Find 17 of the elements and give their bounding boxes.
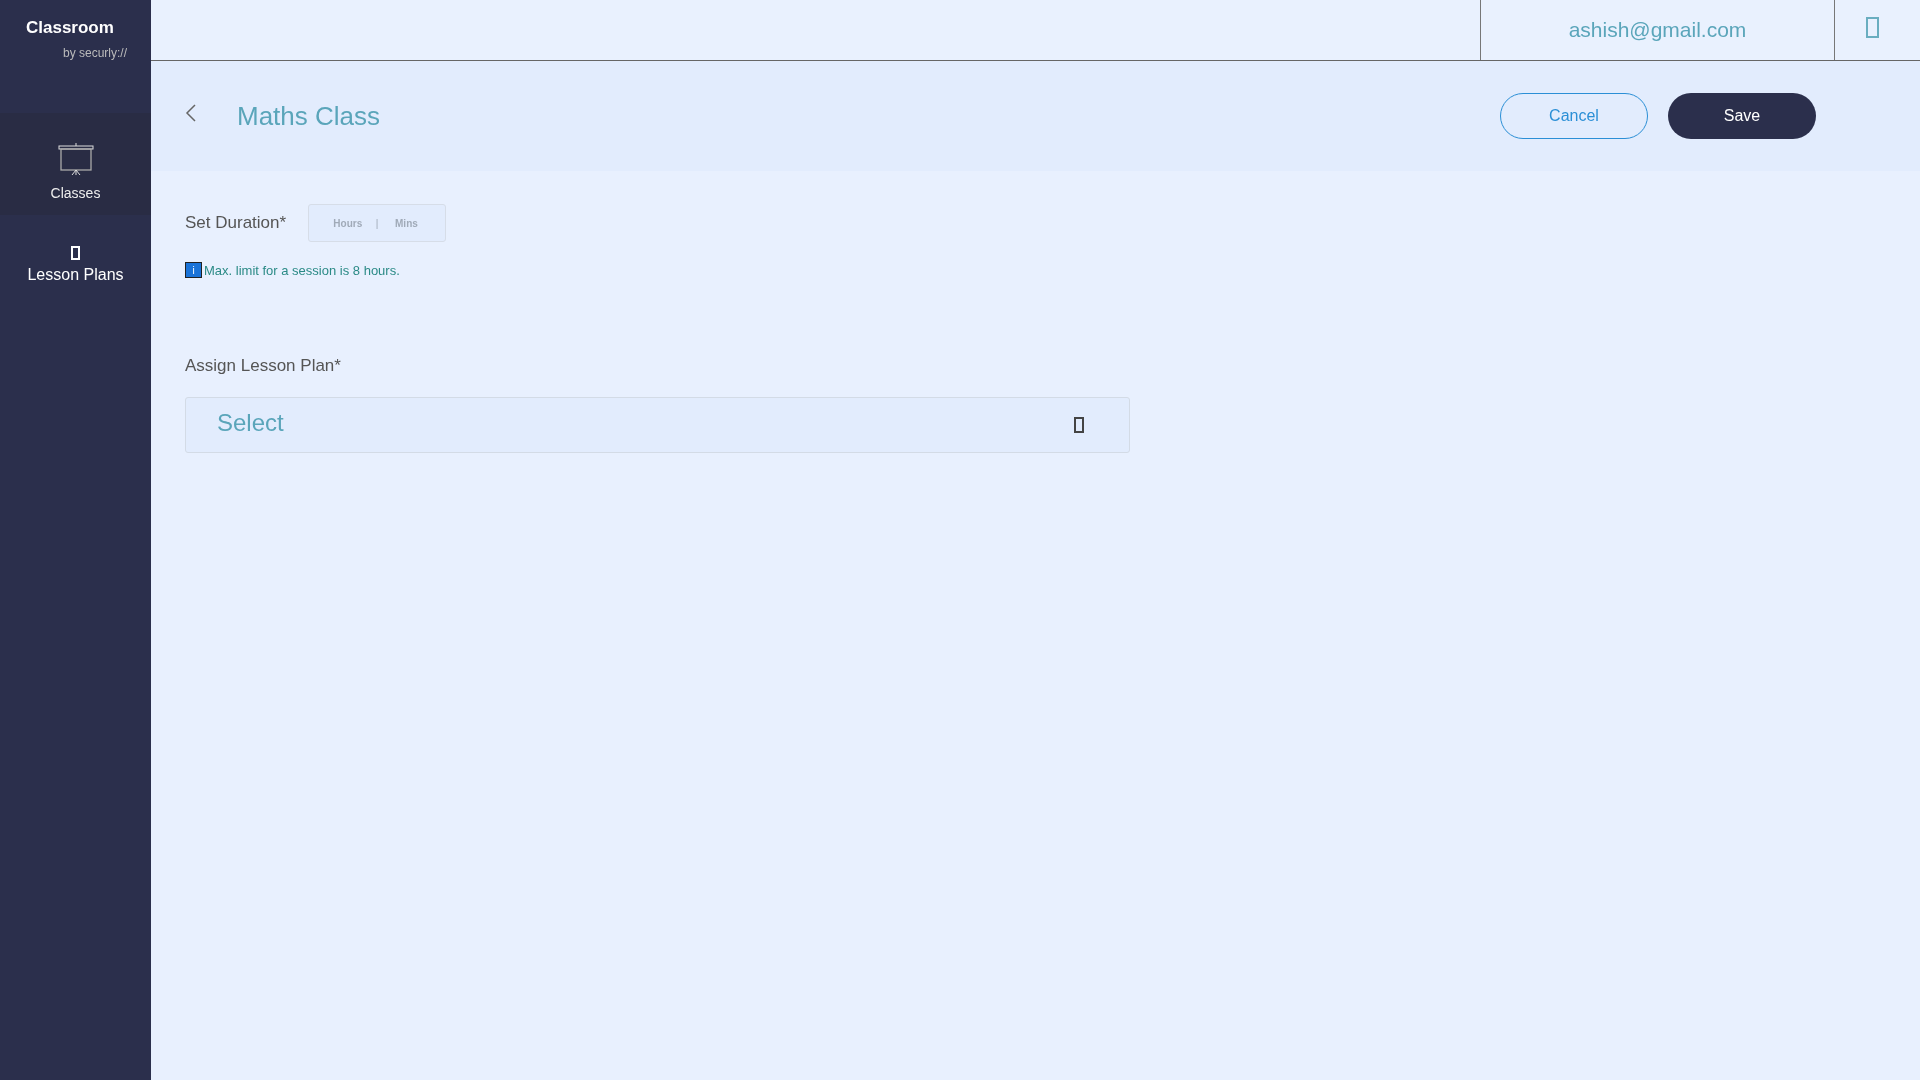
page-title: Maths Class (237, 100, 382, 132)
back-icon[interactable] (185, 104, 197, 122)
field-label: Assign Lesson Plan* (185, 356, 342, 376)
field-label: Set Duration* (185, 213, 287, 233)
byline: by securly:// (61, 46, 127, 60)
save-button[interactable]: Save (1668, 93, 1816, 139)
minutes-field[interactable]: Mins (386, 217, 427, 229)
info-note: Max. limit for a session is 8 hours. (204, 262, 400, 278)
sidebar-item[interactable]: Lesson Plans (0, 215, 151, 305)
info-icon: i (185, 262, 202, 278)
separator: | (375, 217, 379, 229)
sidebar-item[interactable]: Classes (0, 113, 151, 215)
app-title: Classroom (26, 18, 115, 38)
rectangle-icon (1866, 16, 1879, 38)
rectangle-icon (1074, 417, 1084, 433)
rectangle-icon (71, 246, 80, 260)
hours-field[interactable]: Hours (327, 217, 368, 229)
